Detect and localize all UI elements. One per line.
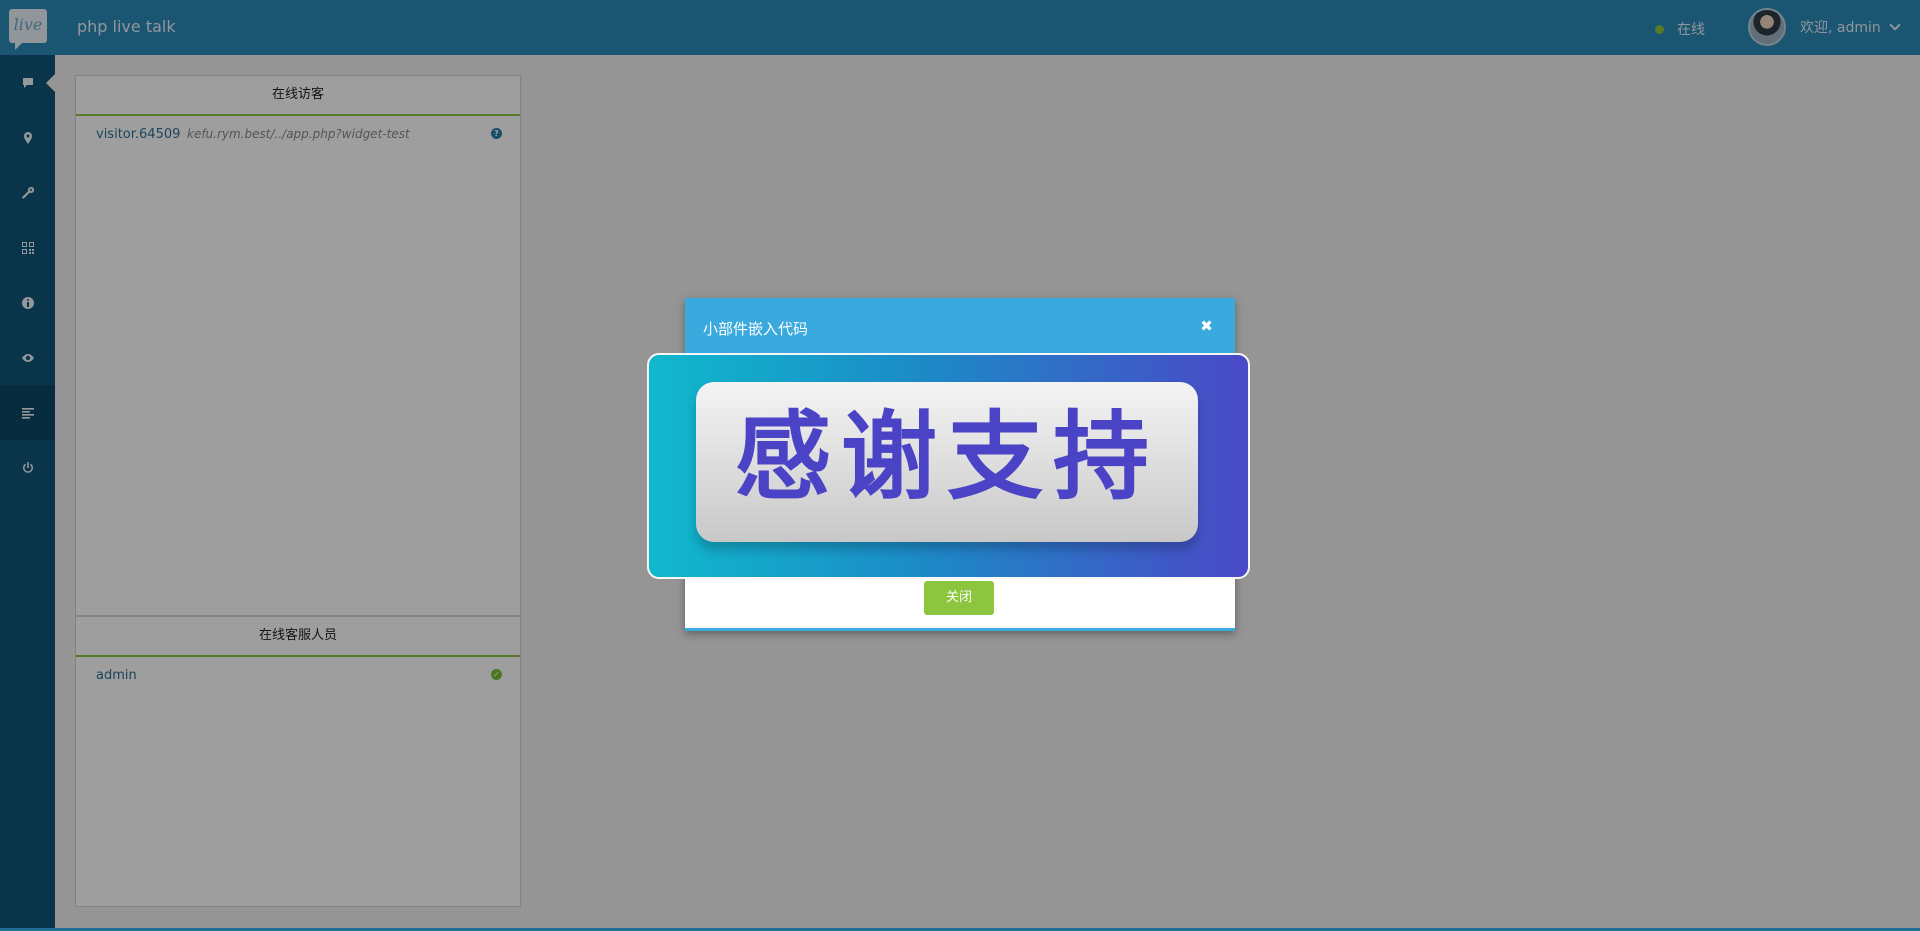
close-button[interactable]: 关闭 [924,581,994,615]
modal-title: 小部件嵌入代码 [703,320,809,338]
banner-text: 感谢支持 [735,401,1159,513]
banner-card: 感谢支持 [696,382,1198,542]
close-icon[interactable]: ✖ [1200,319,1213,334]
thanks-banner: 感谢支持 [647,353,1250,579]
modal-header: 小部件嵌入代码 ✖ [685,298,1235,353]
